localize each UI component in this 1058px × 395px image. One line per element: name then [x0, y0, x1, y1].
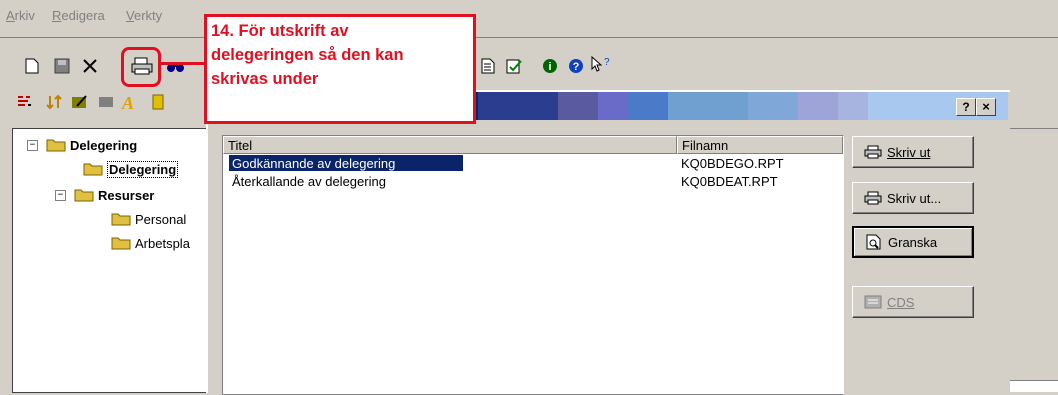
folder-icon [111, 236, 131, 250]
dialog-help-button[interactable]: ? [956, 98, 976, 116]
find-icon[interactable] [166, 56, 186, 76]
print-button[interactable]: Skriv ut [852, 136, 974, 168]
block-icon[interactable] [96, 92, 116, 112]
delete-icon[interactable] [80, 56, 100, 76]
dialog-close-button[interactable]: × [976, 98, 996, 116]
tree-item-resurser[interactable]: − Resurser [55, 185, 154, 205]
callout-line: delegeringen så den kan [211, 46, 404, 64]
tree-item-arbetsplats[interactable]: Arbetspla [111, 233, 190, 253]
svg-text:A: A [121, 93, 134, 111]
new-document-icon[interactable] [22, 56, 42, 76]
sort-icon[interactable] [44, 92, 64, 112]
tree-item-label: Personal [135, 211, 187, 227]
folder-icon [46, 138, 66, 152]
tree-item-label: Delegering [107, 160, 179, 178]
cds-button[interactable]: CDS [852, 286, 974, 318]
document-icon[interactable] [478, 56, 498, 76]
save-icon[interactable] [52, 56, 72, 76]
callout-connector [160, 62, 206, 65]
edit-icon[interactable] [70, 92, 90, 112]
callout-line: 14. För utskrift av [211, 22, 349, 40]
printer-icon [863, 190, 883, 206]
context-help-icon[interactable]: ? [590, 54, 610, 74]
tree-item-delegering[interactable]: Delegering [83, 159, 179, 179]
printer-icon [863, 144, 883, 160]
info-icon[interactable]: i [540, 56, 560, 76]
tree-item-delegering-root[interactable]: − Delegering [27, 135, 137, 155]
column-header-filnamn[interactable]: Filnamn [677, 136, 843, 154]
callout-text: 14. För utskrift av delegeringen så den … [211, 19, 404, 91]
svg-text:?: ? [573, 61, 580, 73]
report-list[interactable]: Titel Filnamn Godkännande av delegering … [222, 135, 844, 395]
tree-item-label: Arbetspla [135, 235, 190, 251]
approve-icon[interactable] [505, 56, 525, 76]
folder-icon [83, 162, 103, 176]
collapse-icon[interactable]: − [27, 139, 38, 151]
preview-button-label: Granska [888, 234, 938, 250]
tree-panel: − Delegering Delegering − Resurser Perso… [12, 128, 209, 393]
cds-button-label: CDS [887, 294, 915, 310]
panel-border [1008, 128, 1058, 129]
help-icon[interactable]: ? [566, 56, 586, 76]
column-header-titel[interactable]: Titel [223, 136, 677, 154]
row-file[interactable]: KQ0BDEAT.RPT [681, 174, 778, 189]
menu-bar: Arkiv Redigera Verkty [0, 0, 1058, 36]
cds-icon [863, 294, 883, 310]
preview-button[interactable]: Granska [852, 226, 974, 258]
folder-icon [74, 188, 94, 202]
print-dialog-button-label: Skriv ut... [887, 190, 942, 206]
svg-text:?: ? [604, 57, 610, 68]
menu-separator [0, 37, 1058, 38]
row-file[interactable]: KQ0BDEGO.RPT [681, 156, 784, 171]
print-highlight [121, 47, 161, 87]
print-button-label: Skriv ut [887, 144, 931, 160]
collapse-icon[interactable]: − [55, 189, 66, 201]
print-dialog-button[interactable]: Skriv ut... [852, 182, 974, 214]
tree-item-personal[interactable]: Personal [111, 209, 186, 229]
menu-verktyg[interactable]: Verkty [126, 8, 162, 23]
callout-line: skrivas under [211, 70, 319, 88]
menu-arkiv[interactable]: Arkiv [6, 8, 35, 23]
row-title[interactable]: Godkännande av delegering [232, 156, 395, 171]
panel-area [1008, 380, 1058, 392]
folder-icon [111, 212, 131, 226]
print-dialog: ? × Titel Filnamn Godkännande av deleger… [206, 90, 1010, 395]
preview-icon [864, 234, 884, 250]
tree-view-icon[interactable] [14, 92, 34, 112]
font-icon[interactable]: A [120, 92, 140, 112]
menu-redigera[interactable]: Redigera [52, 8, 105, 23]
row-title[interactable]: Återkallande av delegering [232, 174, 386, 189]
tree-item-label: Delegering [70, 137, 138, 153]
instruction-callout: 14. För utskrift av delegeringen så den … [204, 14, 476, 124]
notes-icon[interactable] [148, 92, 168, 112]
tree-item-label: Resurser [98, 187, 155, 203]
svg-text:i: i [548, 61, 551, 73]
